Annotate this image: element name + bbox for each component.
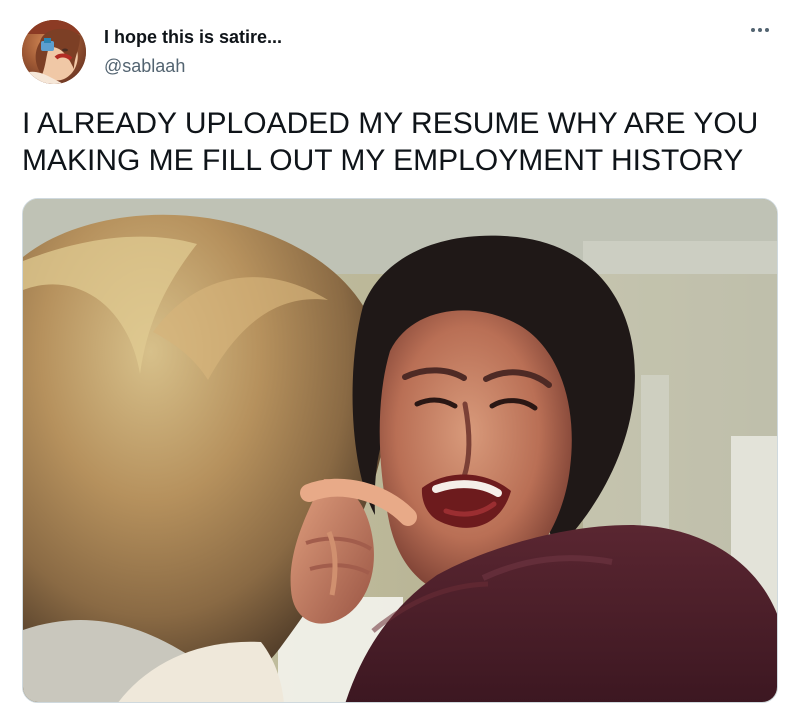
more-options-icon <box>751 28 769 32</box>
author-display-name[interactable]: I hope this is satire... <box>104 26 282 48</box>
tweet-header: I hope this is satire... @sablaah <box>22 20 778 86</box>
profile-avatar-icon[interactable] <box>22 20 86 84</box>
movie-still-image-icon <box>23 199 777 702</box>
tweet-card: I hope this is satire... @sablaah I ALRE… <box>0 0 800 727</box>
author-info: I hope this is satire... @sablaah <box>104 26 524 76</box>
tweet-media-image[interactable] <box>22 198 778 703</box>
more-options-button[interactable] <box>742 20 778 46</box>
author-handle[interactable]: @sablaah <box>104 55 185 77</box>
tweet-text: I ALREADY UPLOADED MY RESUME WHY ARE YOU… <box>22 107 759 177</box>
